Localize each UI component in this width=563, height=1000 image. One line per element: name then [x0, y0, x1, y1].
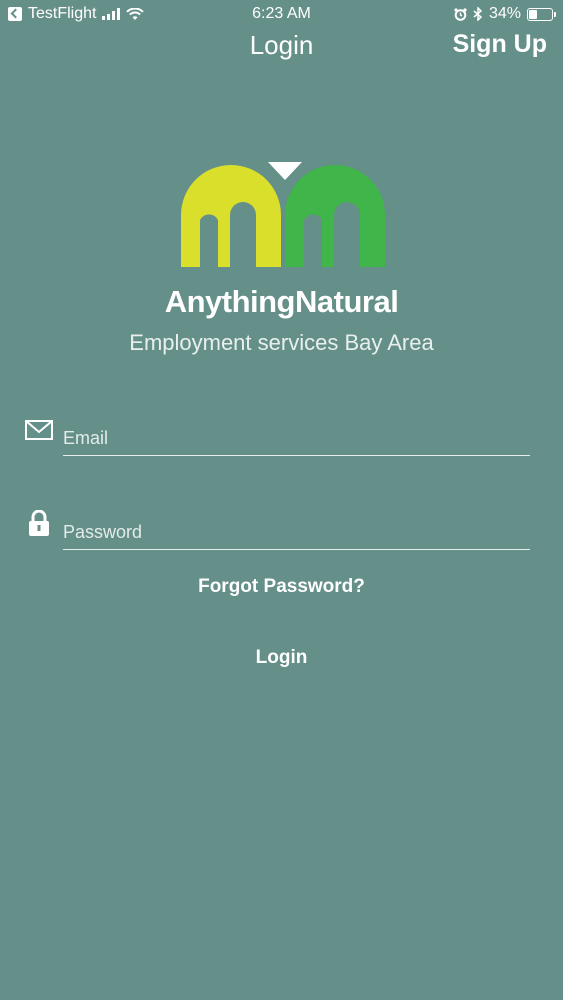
login-button[interactable]: Login: [0, 647, 563, 669]
password-input[interactable]: [63, 522, 530, 549]
status-right: 34%: [454, 5, 556, 23]
brand-name: AnythingNatural: [164, 284, 399, 319]
alarm-icon: [454, 7, 467, 21]
brand-logo: [181, 162, 385, 267]
battery-icon: [527, 7, 556, 21]
email-field[interactable]: [63, 428, 530, 456]
sign-up-button[interactable]: Sign Up: [453, 30, 547, 59]
password-field[interactable]: [63, 522, 530, 550]
email-input[interactable]: [63, 428, 530, 455]
battery-percent: 34%: [488, 5, 521, 22]
bluetooth-icon: [473, 7, 483, 21]
forgot-password-link[interactable]: Forgot Password?: [0, 576, 563, 598]
envelope-icon: [25, 420, 53, 440]
status-bar: TestFlight 6:23 AM 34%: [0, 0, 563, 30]
brand-tagline: Employment services Bay Area: [129, 330, 434, 355]
lock-icon: [29, 510, 49, 536]
